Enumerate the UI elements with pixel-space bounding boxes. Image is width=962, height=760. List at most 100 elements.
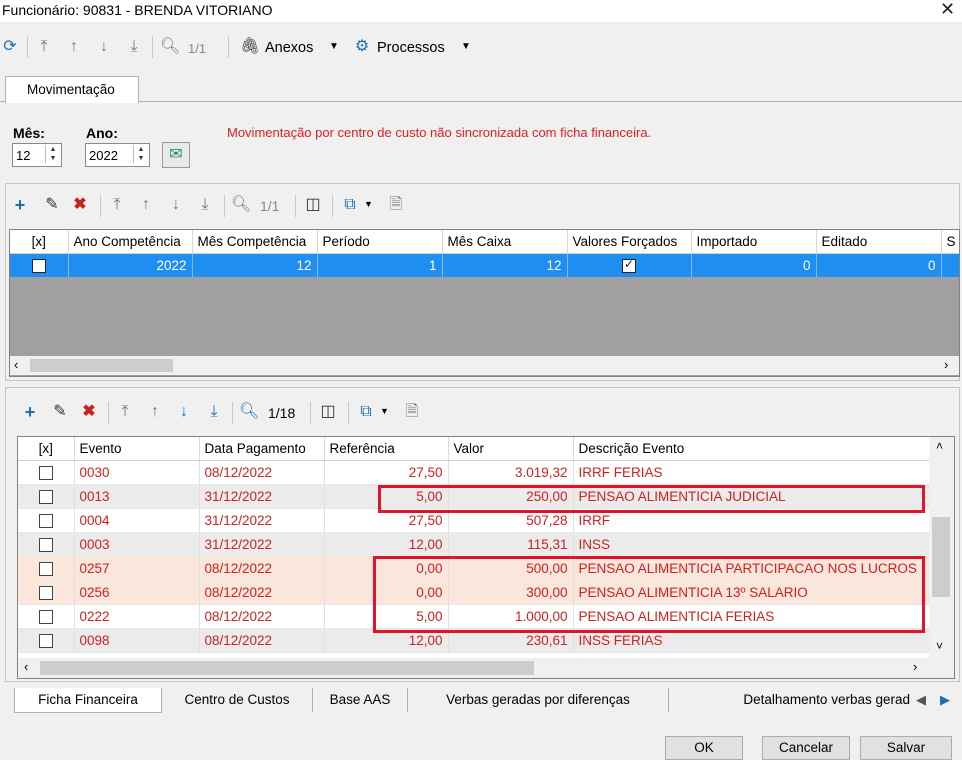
col-descricao-evento[interactable]: Descrição Evento	[573, 437, 930, 461]
col-data-pagamento[interactable]: Data Pagamento	[199, 437, 325, 461]
row-checkbox[interactable]	[38, 610, 53, 625]
scroll-right-icon[interactable]: ›	[913, 659, 917, 674]
col-editado[interactable]: Editado	[816, 230, 942, 254]
table-row[interactable]: 0030 08/12/2022 27,50 3.019,32 IRRF FERIAS	[18, 460, 930, 485]
previous-record-icon[interactable]: ↑	[145, 402, 165, 422]
previous-record-icon[interactable]: ↑	[136, 195, 156, 215]
stepper-down-icon[interactable]: ▼	[134, 154, 148, 163]
col-evento[interactable]: Evento	[74, 437, 200, 461]
table-row[interactable]: 2022 12 1 12 ✓ 0 0	[10, 253, 959, 277]
delete-icon[interactable]: ✖	[79, 402, 99, 422]
row-checkbox[interactable]	[38, 514, 53, 529]
row-checkbox[interactable]	[38, 538, 53, 553]
col-referencia[interactable]: Referência	[324, 437, 449, 461]
edit-icon[interactable]: ✎	[50, 402, 70, 422]
tab-scroll-right-icon[interactable]: ▶	[940, 692, 950, 708]
add-icon[interactable]: +	[10, 195, 30, 215]
cell-mes: 12	[192, 253, 318, 277]
chevron-down-icon[interactable]: ▼	[380, 406, 389, 416]
chevron-down-icon[interactable]: ▼	[364, 199, 373, 209]
scroll-down-icon[interactable]: ˅	[936, 639, 943, 653]
anexos-menu[interactable]: Anexos	[265, 40, 313, 56]
first-record-icon[interactable]: ⤒	[115, 402, 135, 422]
refresh-icon[interactable]: ⟳	[0, 37, 20, 57]
tab-detalhamento-verbas[interactable]: Detalhamento verbas gerad	[669, 688, 914, 712]
chevron-down-icon[interactable]: ▼	[461, 41, 471, 52]
columns-icon[interactable]: ◫	[318, 402, 338, 422]
save-button[interactable]: Salvar	[860, 736, 952, 760]
tab-movimentacao[interactable]: Movimentação	[5, 76, 139, 103]
cell-data-pagamento: 08/12/2022	[199, 604, 325, 629]
col-ano-competencia[interactable]: Ano Competência	[68, 230, 193, 254]
chevron-down-icon[interactable]: ▼	[329, 41, 339, 52]
col-select[interactable]: [x]	[18, 437, 75, 461]
scroll-up-icon[interactable]: ˄	[936, 439, 943, 453]
search-icon[interactable]: 🔍︎	[239, 402, 259, 422]
row-checkbox[interactable]	[38, 634, 53, 649]
row-checkbox[interactable]	[38, 490, 53, 505]
stepper-up-icon[interactable]: ▲	[46, 145, 60, 154]
edit-icon[interactable]: ✎	[42, 195, 62, 215]
columns-icon[interactable]: ◫	[303, 195, 323, 215]
sync-button[interactable]: ✉	[162, 142, 190, 168]
document-icon[interactable]: 🗎	[402, 402, 422, 422]
search-icon[interactable]: 🔍︎	[231, 195, 251, 215]
add-icon[interactable]: +	[20, 402, 40, 422]
row-checkbox[interactable]	[38, 466, 53, 481]
scroll-left-icon[interactable]: ‹	[24, 659, 28, 674]
cell-descricao: INSS	[573, 532, 930, 557]
processos-menu[interactable]: Processos	[377, 40, 445, 56]
cancel-button[interactable]: Cancelar	[762, 736, 850, 760]
scroll-left-icon[interactable]: ‹	[14, 357, 18, 372]
title-bar: Funcionário: 90831 - BRENDA VITORIANO ✕	[0, 0, 962, 22]
col-valores-forcados[interactable]: Valores Forçados	[567, 230, 692, 254]
cell-data-pagamento: 08/12/2022	[199, 580, 325, 605]
next-record-icon[interactable]: ↓	[166, 195, 186, 215]
col-mes-caixa[interactable]: Mês Caixa	[442, 230, 568, 254]
previous-record-icon[interactable]: ↑	[64, 37, 84, 57]
col-valor[interactable]: Valor	[448, 437, 574, 461]
col-mes-competencia[interactable]: Mês Competência	[192, 230, 318, 254]
col-s[interactable]: S	[941, 230, 959, 254]
valores-forcados-checkbox[interactable]: ✓	[622, 257, 636, 274]
last-record-icon[interactable]: ⤓	[204, 402, 224, 422]
table-row[interactable]: 0003 31/12/2022 12,00 115,31 INSS	[18, 532, 930, 557]
col-importado[interactable]: Importado	[691, 230, 817, 254]
last-record-icon[interactable]: ⤓	[195, 195, 215, 215]
export-icon[interactable]: ⧉	[340, 195, 360, 215]
search-icon[interactable]: 🔍︎	[160, 37, 180, 57]
col-periodo[interactable]: Período	[317, 230, 443, 254]
envelope-icon: ✉	[169, 146, 183, 163]
tab-scroll-left-icon[interactable]: ◀	[916, 692, 926, 708]
delete-icon[interactable]: ✖	[70, 195, 90, 215]
next-record-icon[interactable]: ↓	[174, 402, 194, 422]
scroll-thumb[interactable]	[40, 661, 534, 675]
row-checkbox[interactable]	[31, 259, 46, 274]
col-select[interactable]: [x]	[10, 230, 69, 254]
tab-base-aas[interactable]: Base AAS	[313, 688, 408, 712]
stepper-down-icon[interactable]: ▼	[46, 154, 60, 163]
scroll-right-icon[interactable]: ›	[944, 357, 948, 372]
row-checkbox[interactable]	[38, 562, 53, 577]
mes-stepper[interactable]: 12 ▲ ▼	[12, 143, 62, 167]
scroll-thumb[interactable]	[932, 517, 950, 597]
scroll-thumb[interactable]	[30, 359, 173, 372]
first-record-icon[interactable]: ⤒	[107, 195, 127, 215]
last-record-icon[interactable]: ⤓	[124, 37, 144, 57]
tab-centro-de-custos[interactable]: Centro de Custos	[162, 688, 313, 712]
grid1-h-scrollbar[interactable]: ‹ ›	[10, 356, 959, 375]
row-checkbox[interactable]	[38, 586, 53, 601]
tab-verbas-diferencas[interactable]: Verbas geradas por diferenças	[408, 688, 669, 712]
stepper-up-icon[interactable]: ▲	[134, 145, 148, 154]
grid2-v-scrollbar[interactable]: ˄ ˅	[929, 437, 954, 658]
grid2-h-scrollbar[interactable]: ‹ ›	[18, 658, 954, 678]
document-icon[interactable]: 🗎	[386, 195, 406, 215]
ok-button[interactable]: OK	[665, 736, 743, 760]
tab-ficha-financeira[interactable]: Ficha Financeira	[14, 688, 162, 713]
export-icon[interactable]: ⧉	[356, 402, 376, 422]
first-record-icon[interactable]: ⤒	[34, 37, 54, 57]
separator	[100, 195, 101, 217]
ano-stepper[interactable]: 2022 ▲ ▼	[85, 143, 150, 167]
next-record-icon[interactable]: ↓	[94, 37, 114, 57]
close-icon[interactable]: ✕	[940, 0, 955, 20]
